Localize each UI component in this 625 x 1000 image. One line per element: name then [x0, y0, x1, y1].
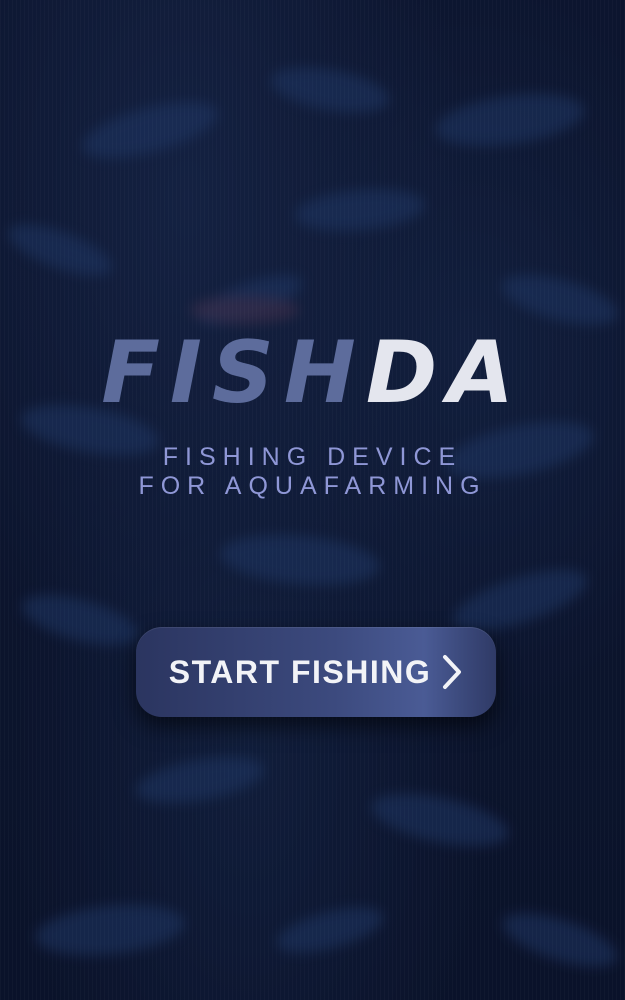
logo-part-a: FISH [101, 323, 366, 423]
background-dim-overlay [0, 0, 625, 1000]
logo-part-b: DA [365, 323, 524, 423]
tagline-line-1: FISHING DEVICE [162, 443, 463, 471]
splash-screen: FISHDA FISHING DEVICE FOR AQUAFARMING ST… [0, 0, 625, 1000]
chevron-right-icon [443, 655, 462, 689]
app-logo: FISHDA [0, 330, 625, 416]
start-fishing-button[interactable]: START FISHING [136, 627, 496, 717]
tagline-line-2: FOR AQUAFARMING [138, 472, 487, 500]
start-fishing-label: START FISHING [168, 653, 432, 690]
